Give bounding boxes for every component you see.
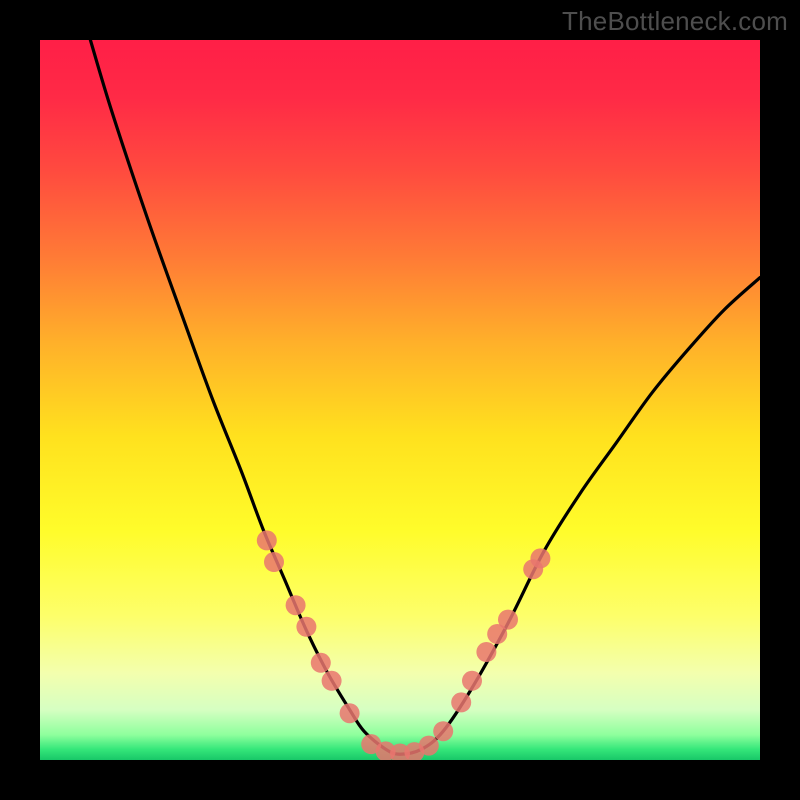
watermark-text: TheBottleneck.com bbox=[562, 6, 788, 37]
data-marker bbox=[264, 552, 284, 572]
data-marker bbox=[451, 692, 471, 712]
marker-group bbox=[257, 530, 551, 760]
data-marker bbox=[311, 653, 331, 673]
plot-area bbox=[40, 40, 760, 760]
data-marker bbox=[419, 736, 439, 756]
data-marker bbox=[433, 721, 453, 741]
data-marker bbox=[286, 595, 306, 615]
data-marker bbox=[530, 548, 550, 568]
data-marker bbox=[462, 671, 482, 691]
data-marker bbox=[476, 642, 496, 662]
data-marker bbox=[498, 610, 518, 630]
data-marker bbox=[296, 617, 316, 637]
main-curve bbox=[90, 40, 760, 754]
data-marker bbox=[322, 671, 342, 691]
data-marker bbox=[340, 703, 360, 723]
data-marker bbox=[257, 530, 277, 550]
outer-frame: TheBottleneck.com bbox=[0, 0, 800, 800]
curve-layer bbox=[40, 40, 760, 760]
